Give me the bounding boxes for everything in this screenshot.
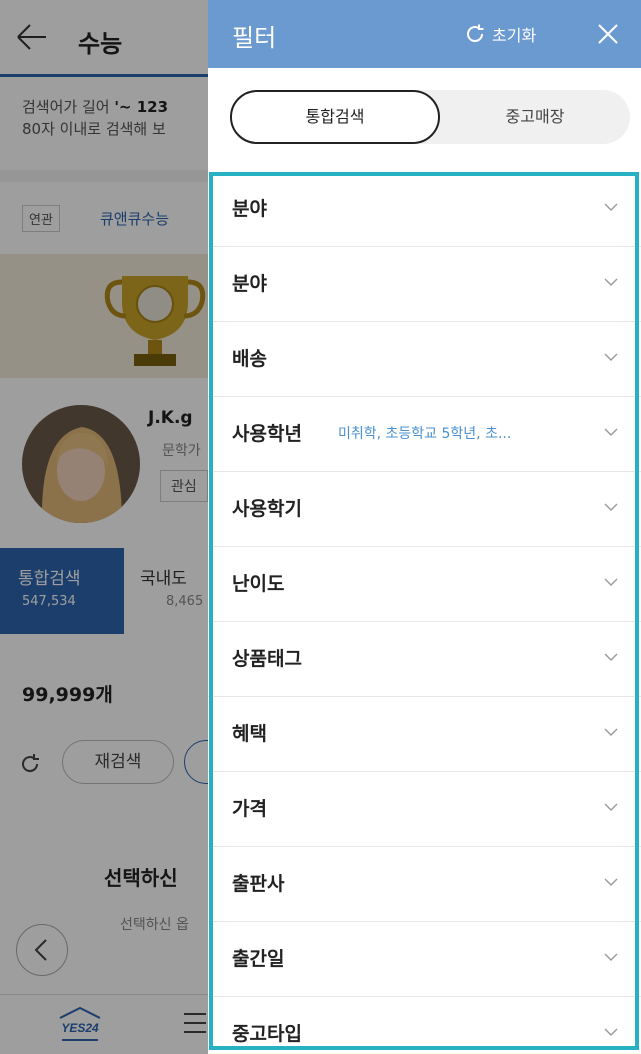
reset-label: 초기화 xyxy=(492,26,537,45)
filter-item-delivery[interactable]: 배송 xyxy=(208,322,641,397)
chevron-down-icon xyxy=(604,878,618,886)
filter-item-category[interactable]: 분야 xyxy=(208,172,641,247)
chevron-down-icon xyxy=(604,953,618,961)
filter-item-label: 배송 xyxy=(232,348,267,370)
filter-item-grade[interactable]: 사용학년 미취학, 초등학교 5학년, 초... xyxy=(208,397,641,472)
chevron-down-icon xyxy=(604,803,618,811)
filter-item-label: 상품태그 xyxy=(232,648,302,670)
chevron-down-icon xyxy=(604,278,618,286)
chevron-down-icon xyxy=(604,1028,618,1036)
chevron-down-icon xyxy=(604,503,618,511)
filter-item-publish-date[interactable]: 출간일 xyxy=(208,922,641,997)
filter-header: 필터 초기화 xyxy=(208,0,641,68)
filter-item-label: 난이도 xyxy=(232,573,285,595)
filter-panel: 필터 초기화 통합검색 중고매장 분야 분야 배송 사용학년 미취학, 초등학교… xyxy=(208,0,641,1054)
filter-item-label: 가격 xyxy=(232,798,267,820)
refresh-icon xyxy=(467,24,484,43)
filter-item-label: 출판사 xyxy=(232,873,285,895)
filter-item-difficulty[interactable]: 난이도 xyxy=(208,547,641,622)
chevron-down-icon xyxy=(604,653,618,661)
filter-item-category-2[interactable]: 분야 xyxy=(208,247,641,322)
filter-list: 분야 분야 배송 사용학년 미취학, 초등학교 5학년, 초... 사용학기 난… xyxy=(208,172,641,1054)
filter-item-price[interactable]: 가격 xyxy=(208,772,641,847)
chevron-down-icon xyxy=(604,728,618,736)
filter-item-publisher[interactable]: 출판사 xyxy=(208,847,641,922)
filter-item-label: 출간일 xyxy=(232,948,285,970)
filter-item-used-type[interactable]: 중고타입 xyxy=(208,997,641,1054)
filter-item-benefit[interactable]: 혜택 xyxy=(208,697,641,772)
filter-item-semester[interactable]: 사용학기 xyxy=(208,472,641,547)
filter-item-label: 사용학년 xyxy=(232,423,302,445)
scope-used-store-option[interactable]: 중고매장 xyxy=(440,90,630,144)
chevron-down-icon xyxy=(604,428,618,436)
chevron-down-icon xyxy=(604,203,618,211)
filter-item-product-tag[interactable]: 상품태그 xyxy=(208,622,641,697)
filter-item-label: 혜택 xyxy=(232,723,267,745)
search-scope-toggle: 통합검색 중고매장 xyxy=(230,90,630,144)
scope-integrated-option[interactable]: 통합검색 xyxy=(230,90,440,144)
filter-title: 필터 xyxy=(232,24,277,52)
reset-button[interactable]: 초기화 xyxy=(464,18,536,50)
chevron-down-icon xyxy=(604,353,618,361)
chevron-down-icon xyxy=(604,578,618,586)
filter-item-selected-values: 미취학, 초등학교 5학년, 초... xyxy=(338,426,512,442)
filter-item-label: 사용학기 xyxy=(232,498,302,520)
filter-item-label: 분야 xyxy=(232,198,267,220)
filter-item-label: 중고타입 xyxy=(232,1023,302,1045)
close-icon[interactable] xyxy=(592,18,624,50)
filter-item-label: 분야 xyxy=(232,273,267,295)
